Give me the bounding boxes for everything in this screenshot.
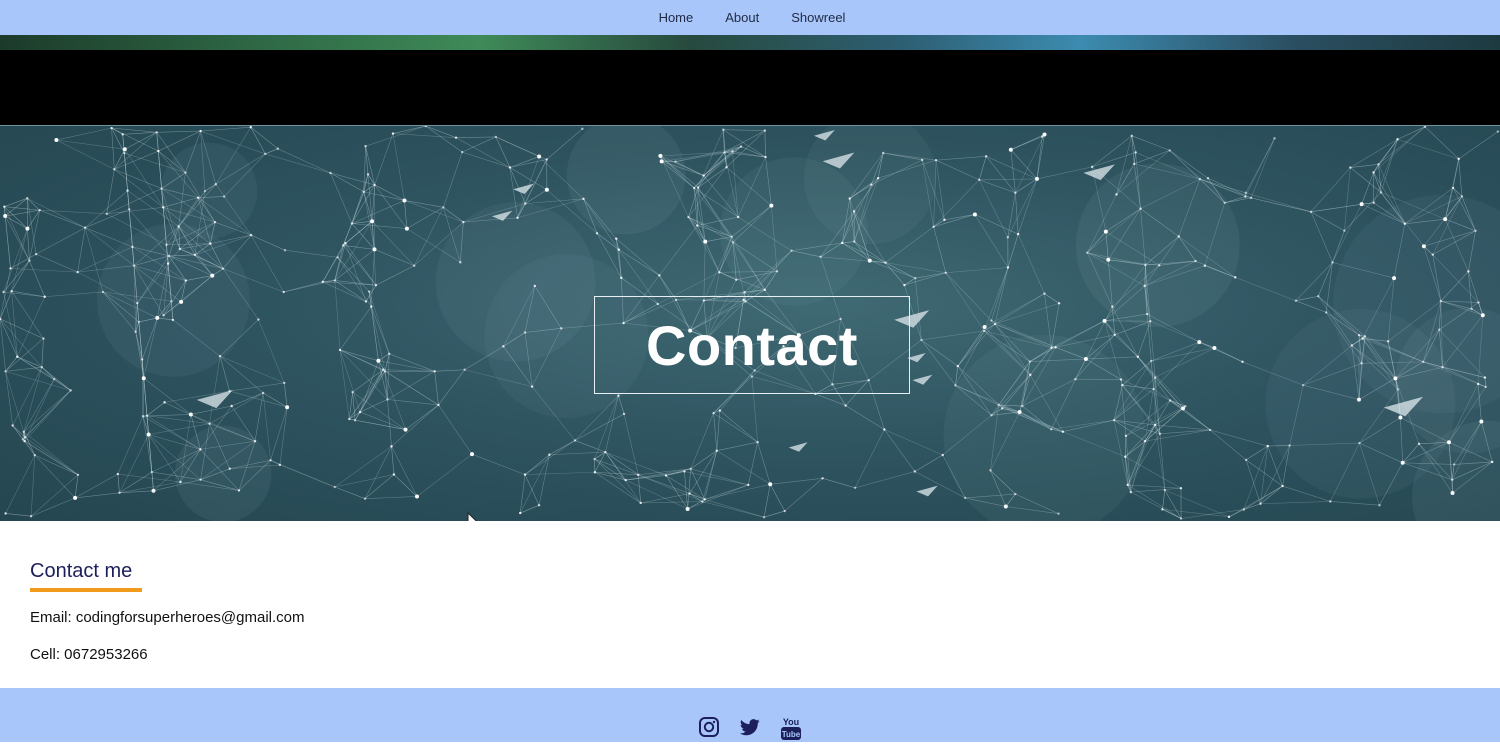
- hero-section: Contact: [0, 125, 1500, 521]
- contact-section: Contact me Email: codingforsuperheroes@g…: [30, 560, 730, 663]
- youtube-icon-text-bottom: Tube: [782, 730, 801, 739]
- banner-image-strip: [0, 35, 1500, 50]
- nav-about[interactable]: About: [725, 10, 759, 25]
- twitter-icon[interactable]: [739, 716, 761, 740]
- hero-title-box: Contact: [594, 296, 910, 394]
- contact-heading: Contact me: [30, 560, 142, 592]
- youtube-icon-text-top: You: [783, 717, 799, 727]
- instagram-icon[interactable]: [698, 716, 720, 740]
- social-icons: You Tube: [698, 716, 802, 740]
- black-band: [0, 50, 1500, 125]
- top-navigation: Home About Showreel: [0, 0, 1500, 35]
- hero-title: Contact: [646, 313, 858, 378]
- nav-home[interactable]: Home: [659, 10, 694, 25]
- contact-email: Email: codingforsuperheroes@gmail.com: [30, 609, 730, 626]
- nav-showreel[interactable]: Showreel: [791, 10, 845, 25]
- youtube-icon[interactable]: You Tube: [780, 716, 802, 740]
- footer: You Tube: [0, 688, 1500, 742]
- contact-cell: Cell: 0672953266: [30, 646, 730, 663]
- mouse-cursor-icon: [467, 512, 479, 521]
